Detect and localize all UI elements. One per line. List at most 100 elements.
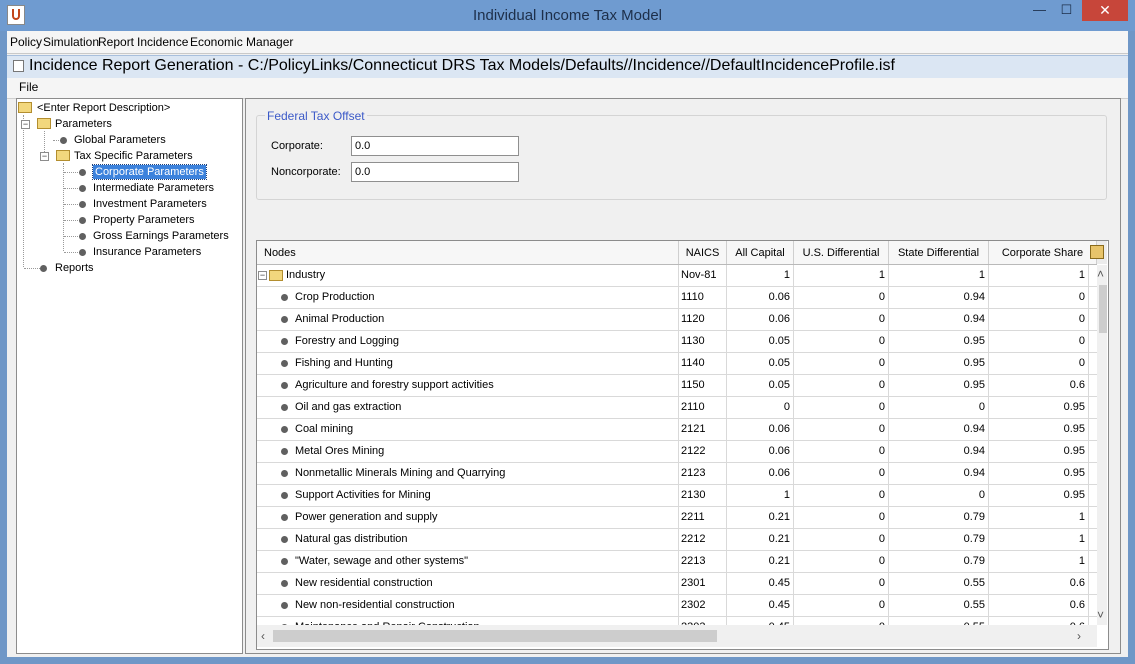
cell-corporate-share[interactable]: 0.95 [989,397,1089,418]
cell-us-differential[interactable]: 0 [794,397,889,418]
tree-item-investment-parameters[interactable]: Investment Parameters [93,197,207,211]
collapse-icon[interactable]: − [258,271,267,280]
noncorporate-offset-input[interactable] [351,162,519,182]
cell-naics[interactable]: 2302 [679,595,727,616]
cell-corporate-share[interactable]: 0 [989,309,1089,330]
menu-report[interactable]: Report [98,35,134,49]
cell-corporate-share[interactable]: 1 [989,507,1089,528]
cell-state-differential[interactable]: 0 [889,485,989,506]
cell-corporate-share[interactable]: 0 [989,287,1089,308]
cell-us-differential[interactable]: 0 [794,529,889,550]
corporate-offset-input[interactable] [351,136,519,156]
cell-corporate-share[interactable]: 0.95 [989,441,1089,462]
collapse-icon[interactable]: − [21,120,30,129]
cell-all-capital[interactable]: 0.21 [727,507,794,528]
table-row[interactable]: Natural gas distribution 2212 0.21 0 0.79 1 [257,529,1097,551]
cell-state-differential[interactable]: 0.95 [889,331,989,352]
scroll-right-arrow-icon[interactable]: › [1077,630,1081,642]
cell-all-capital[interactable]: 0.06 [727,441,794,462]
cell-corporate-share[interactable]: 0.6 [989,375,1089,396]
cell-us-differential[interactable]: 0 [794,309,889,330]
maximize-button[interactable]: ☐ [1053,0,1080,21]
menu-incidence[interactable]: Incidence [137,35,188,49]
cell-naics[interactable]: 1110 [679,287,727,308]
menu-simulation[interactable]: Simulation [43,35,99,49]
table-row[interactable]: Nonmetallic Minerals Mining and Quarryin… [257,463,1097,485]
cell-all-capital[interactable]: 0.06 [727,287,794,308]
table-row[interactable]: Crop Production 1110 0.06 0 0.94 0 [257,287,1097,309]
cell-corporate-share[interactable]: 0.95 [989,485,1089,506]
cell-us-differential[interactable]: 0 [794,507,889,528]
cell-naics[interactable]: 1150 [679,375,727,396]
scroll-left-arrow-icon[interactable]: ‹ [261,630,265,642]
cell-all-capital[interactable]: 0 [727,397,794,418]
column-header-us-differential[interactable]: U.S. Differential [794,241,889,264]
horizontal-scrollbar[interactable]: ‹ › [257,625,1097,647]
table-row[interactable]: Support Activities for Mining 2130 1 0 0 0.95 [257,485,1097,507]
cell-us-differential[interactable]: 0 [794,331,889,352]
cell-all-capital[interactable]: 1 [727,485,794,506]
cell-us-differential[interactable]: 0 [794,485,889,506]
cell-naics[interactable]: 2213 [679,551,727,572]
cell-us-differential[interactable]: 0 [794,353,889,374]
tree-item-global-parameters[interactable]: Global Parameters [74,133,166,147]
cell-naics[interactable]: 2122 [679,441,727,462]
table-row[interactable]: Forestry and Logging 1130 0.05 0 0.95 0 [257,331,1097,353]
cell-all-capital[interactable]: 0.06 [727,309,794,330]
table-row[interactable]: Power generation and supply 2211 0.21 0 0.79… [257,507,1097,529]
cell-naics[interactable]: Nov-81 [679,265,727,286]
tree-item-tax-specific-parameters[interactable]: Tax Specific Parameters [74,149,193,163]
cell-us-differential[interactable]: 0 [794,375,889,396]
tree-root[interactable]: <Enter Report Description> [37,101,170,115]
tree-item-parameters[interactable]: Parameters [55,117,112,131]
cell-state-differential[interactable]: 0 [889,397,989,418]
cell-state-differential[interactable]: 0.95 [889,375,989,396]
table-row[interactable]: Metal Ores Mining 2122 0.06 0 0.94 0.95 [257,441,1097,463]
tree-item-property-parameters[interactable]: Property Parameters [93,213,194,227]
cell-state-differential[interactable]: 0.94 [889,463,989,484]
cell-us-differential[interactable]: 0 [794,287,889,308]
table-row[interactable]: Oil and gas extraction 2110 0 0 0 0.95 [257,397,1097,419]
cell-naics[interactable]: 2212 [679,529,727,550]
table-row[interactable]: Agriculture and forestry support activit… [257,375,1097,397]
column-header-state-differential[interactable]: State Differential [889,241,989,264]
cell-corporate-share[interactable]: 0.95 [989,463,1089,484]
cell-corporate-share[interactable]: 0 [989,353,1089,374]
window-title-bar[interactable]: Individual Income Tax Model — ☐ ✕ [0,0,1135,31]
horizontal-scroll-thumb[interactable] [273,630,717,642]
cell-corporate-share[interactable]: 1 [989,551,1089,572]
vertical-scroll-thumb[interactable] [1099,285,1107,333]
table-row[interactable]: Animal Production 1120 0.06 0 0.94 0 [257,309,1097,331]
cell-all-capital[interactable]: 0.45 [727,573,794,594]
cell-us-differential[interactable]: 0 [794,573,889,594]
scroll-down-arrow-icon[interactable]: ˅ [1097,609,1104,621]
cell-state-differential[interactable]: 0.94 [889,309,989,330]
cell-state-differential[interactable]: 0.55 [889,573,989,594]
cell-all-capital[interactable]: 0.45 [727,595,794,616]
cell-corporate-share[interactable]: 0.6 [989,573,1089,594]
close-button[interactable]: ✕ [1082,0,1128,21]
cell-state-differential[interactable]: 0.95 [889,353,989,374]
cell-all-capital[interactable]: 0.05 [727,353,794,374]
cell-us-differential[interactable]: 0 [794,463,889,484]
internal-frame-title-bar[interactable]: Incidence Report Generation - C:/PolicyL… [7,55,1128,79]
cell-us-differential[interactable]: 0 [794,419,889,440]
tree-item-corporate-parameters[interactable]: Corporate Parameters [92,164,207,180]
scroll-up-arrow-icon[interactable]: ˄ [1097,268,1104,280]
cell-state-differential[interactable]: 0.79 [889,507,989,528]
tree-item-reports[interactable]: Reports [55,261,94,275]
cell-us-differential[interactable]: 1 [794,265,889,286]
cell-naics[interactable]: 2121 [679,419,727,440]
column-header-naics[interactable]: NAICS [679,241,727,264]
cell-corporate-share[interactable]: 0.6 [989,617,1089,625]
cell-naics[interactable]: 2123 [679,463,727,484]
cell-state-differential[interactable]: 0.79 [889,551,989,572]
table-row-group[interactable]: − Industry Nov-81 1 1 1 1 [257,265,1097,287]
tree-item-insurance-parameters[interactable]: Insurance Parameters [93,245,201,259]
tree-item-gross-earnings-parameters[interactable]: Gross Earnings Parameters [93,229,229,243]
cell-naics[interactable]: 2211 [679,507,727,528]
collapse-icon[interactable]: − [40,152,49,161]
cell-state-differential[interactable]: 0.94 [889,419,989,440]
menu-policy[interactable]: Policy [10,35,42,49]
cell-state-differential[interactable]: 0.79 [889,529,989,550]
